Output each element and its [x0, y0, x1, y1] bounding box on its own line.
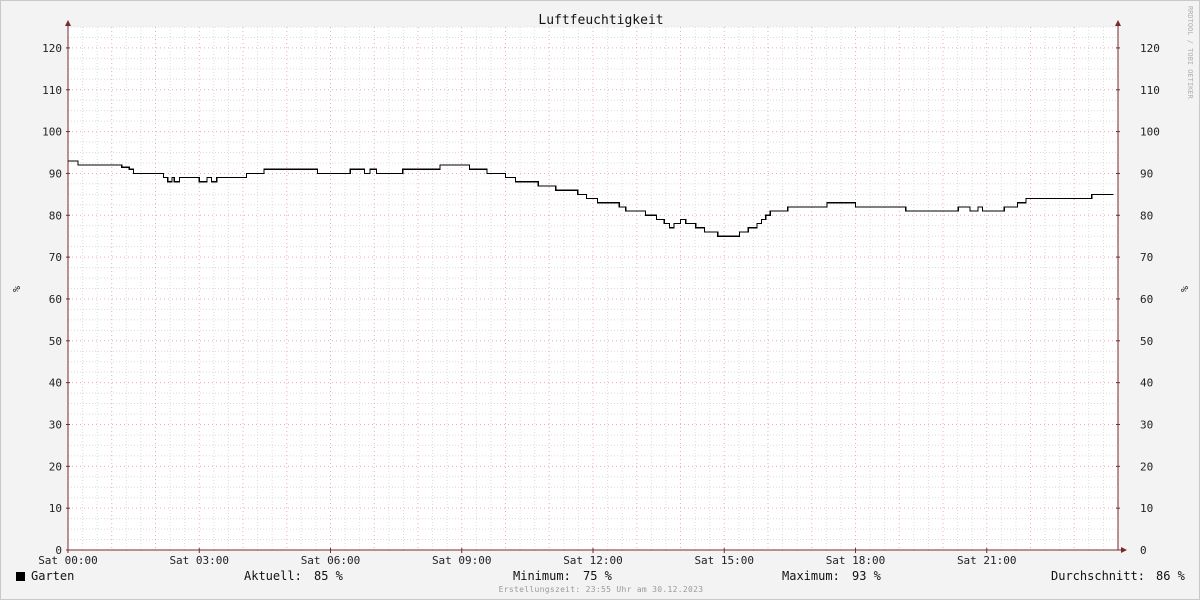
y-tick-label-left: 20 — [49, 460, 62, 473]
rrdtool-watermark: RRDTOOL / TOBI OETIKER — [1186, 6, 1194, 100]
y-tick-label-left: 110 — [42, 84, 62, 97]
minimum-value: 75 % — [583, 569, 612, 583]
y-tick-label-right: 50 — [1140, 335, 1153, 348]
current-value: 85 % — [314, 569, 343, 583]
y-tick-label-right: 100 — [1140, 126, 1160, 139]
y-axis-left-arrow — [65, 20, 71, 26]
current-label: Aktuell: — [244, 569, 302, 583]
y-tick-label-left: 30 — [49, 418, 62, 431]
y-axis-right-arrow — [1115, 20, 1121, 26]
y-tick-label-right: 20 — [1140, 460, 1153, 473]
y-tick-label-left: 100 — [42, 126, 62, 139]
y-tick-label-left: 70 — [49, 251, 62, 264]
creation-time-credit: Erstellungszeit: 23:55 Uhr am 30.12.2023 — [498, 585, 704, 594]
x-axis-arrow — [1121, 547, 1127, 553]
y-tick-label-left: 40 — [49, 377, 62, 390]
y-tick-label-right: 10 — [1140, 502, 1153, 515]
x-tick-label: Sat 18:00 — [826, 554, 886, 567]
y-tick-label-right: 120 — [1140, 42, 1160, 55]
y-tick-label-right: 80 — [1140, 209, 1153, 222]
y-tick-label-left: 50 — [49, 335, 62, 348]
x-tick-label: Sat 21:00 — [957, 554, 1017, 567]
y-tick-label-right: 40 — [1140, 377, 1153, 390]
y-tick-label-left: 80 — [49, 209, 62, 222]
average-value: 86 % — [1156, 569, 1185, 583]
y-tick-label-left: 10 — [49, 502, 62, 515]
x-tick-label: Sat 09:00 — [432, 554, 492, 567]
y-tick-label-left: 60 — [49, 293, 62, 306]
y-tick-label-right: 0 — [1140, 544, 1147, 557]
average-label: Durchschnitt: — [1051, 569, 1145, 583]
x-tick-label: Sat 12:00 — [563, 554, 623, 567]
y-tick-label-left: 90 — [49, 167, 62, 180]
y-axis-label-right: % — [1178, 286, 1189, 292]
y-tick-label-right: 110 — [1140, 84, 1160, 97]
legend-series-name: Garten — [31, 569, 75, 583]
maximum-label: Maximum: — [782, 569, 840, 583]
maximum-value: 93 % — [852, 569, 881, 583]
y-tick-label-right: 90 — [1140, 167, 1153, 180]
x-tick-label: Sat 15:00 — [694, 554, 754, 567]
chart-title: Luftfeuchtigkeit — [538, 13, 663, 28]
y-axis-label-left: % — [10, 286, 21, 292]
y-tick-label-right: 70 — [1140, 251, 1153, 264]
humidity-chart: 0 010 1020 2030 3040 4050 5060 6070 7080 8090 9010… — [10, 6, 1194, 567]
chart-frame: 0 0 10 10 20 20 30 30 40 40 50 50 60 60 70 70 80 80 90 90 10… — [0, 0, 1200, 600]
y-tick-label-right: 60 — [1140, 293, 1153, 306]
minimum-label: Minimum: — [513, 569, 571, 583]
x-tick-label: Sat 00:00 — [38, 554, 98, 567]
y-tick-label-right: 30 — [1140, 418, 1153, 431]
x-tick-label: Sat 03:00 — [169, 554, 229, 567]
y-tick-label-left: 120 — [42, 42, 62, 55]
legend-swatch — [16, 572, 25, 581]
x-tick-label: Sat 06:00 — [301, 554, 361, 567]
